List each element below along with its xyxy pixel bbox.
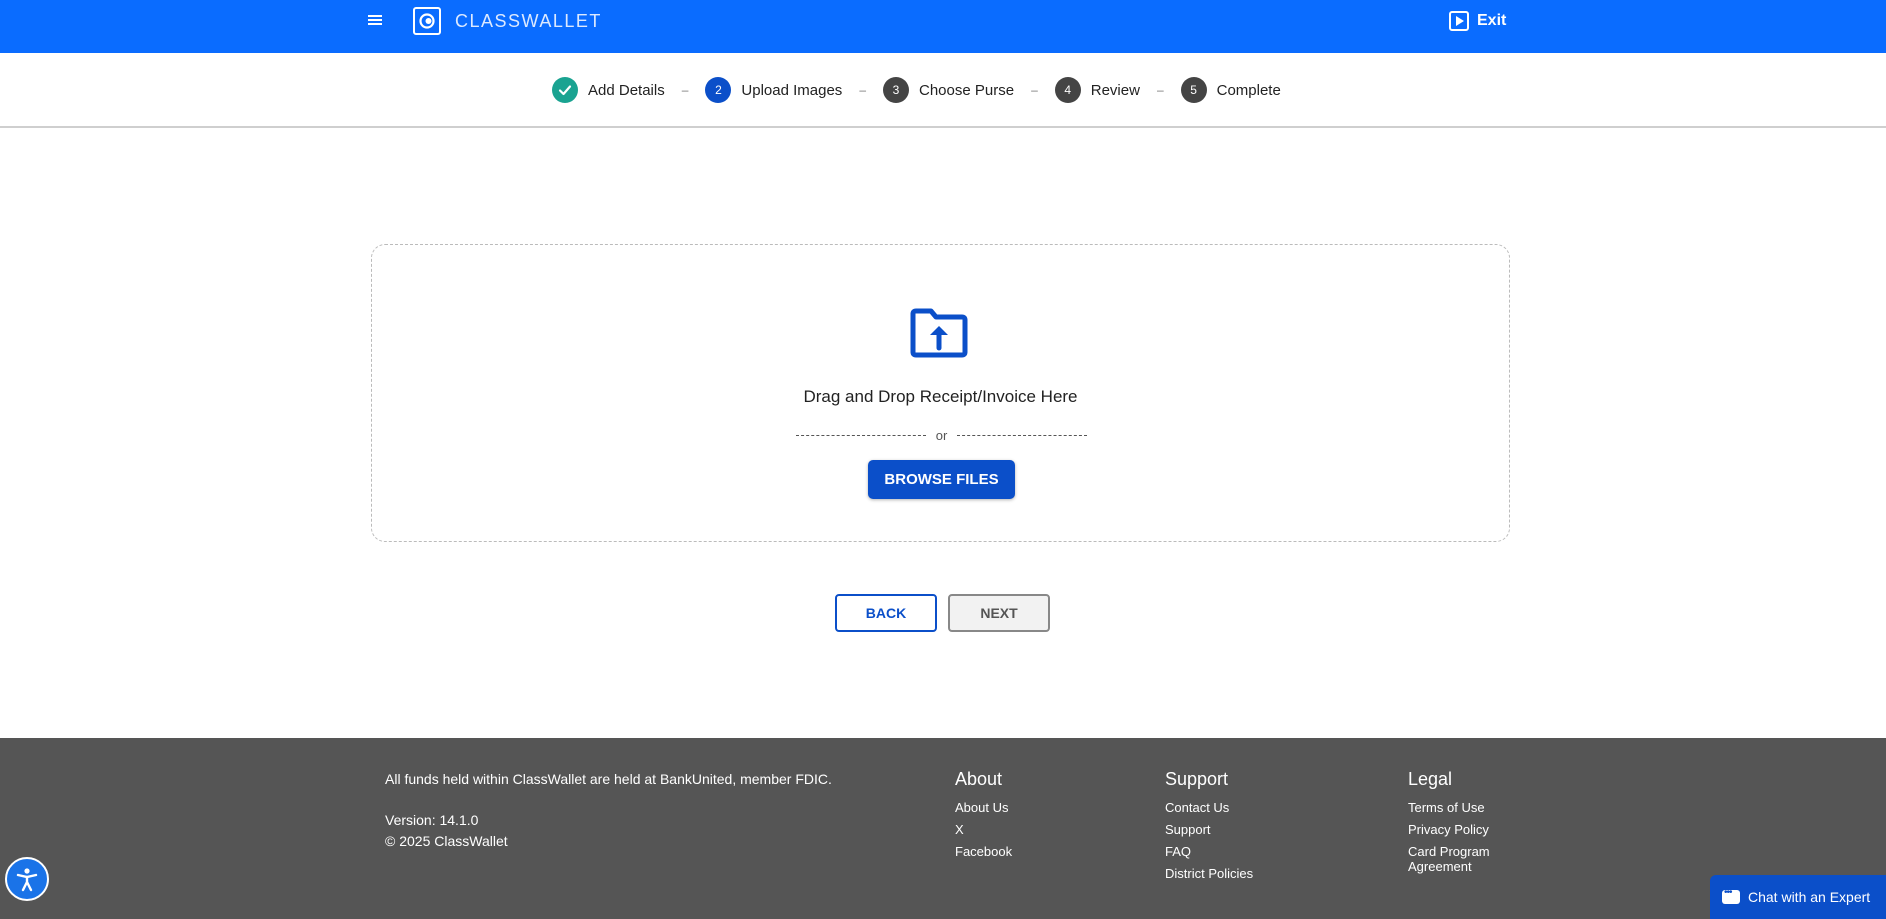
footer-link-privacy[interactable]: Privacy Policy bbox=[1408, 819, 1508, 841]
footer-about: About About Us X Facebook bbox=[955, 769, 1012, 863]
step-number: 4 bbox=[1054, 77, 1081, 103]
footer-link-about-us[interactable]: About Us bbox=[955, 797, 1012, 819]
step-number: 5 bbox=[1180, 77, 1207, 103]
browse-files-button[interactable]: BROWSE FILES bbox=[868, 460, 1015, 499]
or-divider: or bbox=[796, 428, 1087, 443]
footer-link-support[interactable]: Support bbox=[1165, 819, 1253, 841]
step-upload-images: 2 Upload Images bbox=[705, 77, 842, 103]
footer-link-faq[interactable]: FAQ bbox=[1165, 841, 1253, 863]
footer-support: Support Contact Us Support FAQ District … bbox=[1165, 769, 1253, 885]
exit-icon bbox=[1449, 11, 1469, 31]
exit-button[interactable]: Exit bbox=[1449, 11, 1506, 31]
step-separator: – bbox=[1031, 83, 1038, 97]
step-separator: – bbox=[681, 83, 689, 97]
step-add-details: Add Details bbox=[552, 77, 665, 103]
step-label: Upload Images bbox=[741, 81, 843, 99]
progress-stepper: Add Details – 2 Upload Images – 3 Choose… bbox=[0, 53, 1886, 128]
logo-mark-icon bbox=[413, 7, 441, 35]
step-complete: 5 Complete bbox=[1180, 77, 1281, 103]
footer-link-terms[interactable]: Terms of Use bbox=[1408, 797, 1508, 819]
step-separator: – bbox=[1156, 83, 1164, 97]
next-button[interactable]: NEXT bbox=[948, 594, 1050, 632]
footer-link-contact-us[interactable]: Contact Us bbox=[1165, 797, 1253, 819]
back-button[interactable]: BACK bbox=[835, 594, 937, 632]
footer-legal-title: Legal bbox=[1408, 769, 1453, 789]
footer-link-x[interactable]: X bbox=[955, 819, 1012, 841]
footer-link-facebook[interactable]: Facebook bbox=[955, 841, 1012, 863]
step-label: Add Details bbox=[588, 81, 665, 99]
brand-name: CLASSWALLET bbox=[455, 10, 602, 31]
footer-support-title: Support bbox=[1165, 769, 1229, 789]
classwallet-logo[interactable]: CLASSWALLET bbox=[413, 7, 602, 35]
footer-legal: Legal Terms of Use Privacy Policy Card P… bbox=[1408, 769, 1508, 874]
or-label: or bbox=[935, 428, 948, 443]
step-review: 4 Review bbox=[1054, 77, 1140, 103]
step-separator: – bbox=[859, 83, 866, 97]
chat-label: Chat with an Expert bbox=[1748, 889, 1871, 905]
chat-with-expert-button[interactable]: Chat with an Expert bbox=[1710, 875, 1886, 919]
file-drop-zone[interactable]: Drag and Drop Receipt/Invoice Here or BR… bbox=[371, 244, 1510, 542]
copyright-text: © 2025 ClassWallet bbox=[385, 833, 508, 849]
step-number: 2 bbox=[705, 77, 732, 103]
folder-upload-icon bbox=[909, 308, 969, 358]
footer-info: All funds held within ClassWallet are he… bbox=[385, 769, 832, 852]
drop-prompt: Drag and Drop Receipt/Invoice Here bbox=[803, 387, 1078, 406]
step-label: Complete bbox=[1216, 81, 1281, 99]
exit-label: Exit bbox=[1477, 12, 1507, 29]
step-label: Choose Purse bbox=[919, 81, 1015, 99]
footer-about-title: About bbox=[955, 769, 1003, 789]
version-text: Version: 14.1.0 bbox=[385, 812, 479, 828]
footer-link-district-policies[interactable]: District Policies bbox=[1165, 863, 1253, 885]
step-number: 3 bbox=[883, 77, 909, 103]
step-choose-purse: 3 Choose Purse bbox=[883, 77, 1014, 103]
chat-bubble-icon bbox=[1722, 887, 1740, 904]
accessibility-icon[interactable] bbox=[5, 857, 49, 901]
page: CLASSWALLET Exit Add Details – 2 Upload … bbox=[0, 0, 1886, 919]
step-label: Review bbox=[1090, 81, 1140, 99]
top-navigation-bar: CLASSWALLET Exit bbox=[0, 0, 1886, 53]
hamburger-menu-icon[interactable] bbox=[368, 13, 384, 29]
footer-link-card-agreement[interactable]: Card Program Agreement bbox=[1408, 844, 1508, 874]
fdic-disclaimer: All funds held within ClassWallet are he… bbox=[385, 771, 832, 787]
footer: All funds held within ClassWallet are he… bbox=[0, 738, 1886, 919]
checkmark-icon bbox=[552, 77, 578, 103]
